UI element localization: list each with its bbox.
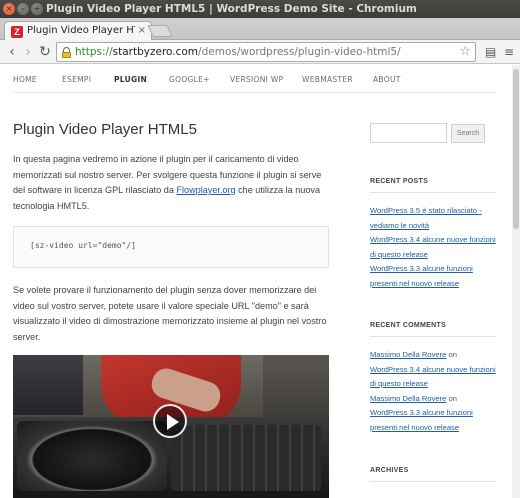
recent-comments-heading: RECENT COMMENTS (370, 322, 447, 329)
archives-heading: ARCHIVES (370, 467, 409, 474)
window-title: Plugin Video Player HTML5 | WordPress De… (46, 3, 417, 15)
maximize-icon: + (33, 4, 41, 13)
window-titlebar: × – + Plugin Video Player HTML5 | WordPr… (0, 0, 520, 18)
page-action-icon[interactable]: ▤ (485, 44, 496, 60)
search-button[interactable]: Search (451, 124, 485, 143)
window-maximize-button[interactable]: + (31, 3, 43, 15)
url-path: /demos/wordpress/plugin-video-html5/ (198, 46, 401, 58)
nav-item-esempi[interactable]: ESEMPI (62, 75, 91, 84)
url-text[interactable]: https://startbyzero.com/demos/wordpress/… (75, 46, 401, 58)
list-item: WordPress 3.3 alcune funzioni presenti n… (370, 262, 496, 291)
recent-posts-list: WordPress 3.5 è stato rilasciato - vedia… (370, 204, 496, 291)
new-tab-button[interactable] (147, 25, 173, 37)
browser-toolbar: ‹ › ↻ https://startbyzero.com/demos/word… (0, 40, 520, 64)
widget-divider (370, 192, 496, 193)
window-close-button[interactable]: × (3, 3, 15, 15)
list-item: WordPress 3.5 è stato rilasciato - vedia… (370, 204, 496, 233)
list-item: Massimo Della Rovere on WordPress 3.4 al… (370, 348, 496, 392)
tab-title: Plugin Video Player HTML5 (27, 25, 135, 36)
post-title: Plugin Video Player HTML5 (13, 121, 197, 138)
recent-posts-heading: RECENT POSTS (370, 178, 429, 185)
comment-on-text: on (446, 393, 457, 403)
recent-post-link[interactable]: WordPress 3.5 è stato rilasciato - vedia… (370, 206, 482, 230)
comment-author-link[interactable]: Massimo Della Rovere (370, 394, 446, 403)
video-frame-person-right (263, 355, 329, 425)
list-item: WordPress 3.4 alcune nuove funzioni di q… (370, 233, 496, 262)
flowplayer-link[interactable]: Flowplayer.org (176, 185, 235, 195)
scrollbar-thumb[interactable] (513, 69, 519, 229)
nav-item-home[interactable]: HOME (13, 75, 37, 84)
nav-item-plugin[interactable]: PLUGIN (114, 75, 147, 84)
shortcode-block: [sz-video url="demo"/] (13, 226, 329, 268)
back-button[interactable]: ‹ (4, 43, 20, 61)
list-item: Massimo Della Rovere on WordPress 3.3 al… (370, 392, 496, 436)
close-icon: × (5, 4, 13, 13)
web-page: HOME ESEMPI PLUGIN GOOGLE+ VERSIONI WP W… (0, 65, 520, 498)
recent-comments-list: Massimo Della Rovere on WordPress 3.4 al… (370, 348, 496, 435)
widget-divider (370, 481, 496, 482)
comment-post-link[interactable]: WordPress 3.3 alcune funzioni presenti n… (370, 408, 473, 432)
search-input[interactable] (370, 123, 447, 143)
browser-tab[interactable]: Z Plugin Video Player HTML5 × (4, 21, 152, 41)
page-scrollbar[interactable] (512, 65, 520, 498)
site-navigation: HOME ESEMPI PLUGIN GOOGLE+ VERSIONI WP W… (13, 65, 496, 93)
comment-author-link[interactable]: Massimo Della Rovere (370, 350, 446, 359)
post-demo-paragraph: Se volete provare il funzionamento del p… (13, 285, 327, 342)
nav-item-googleplus[interactable]: GOOGLE+ (169, 75, 210, 84)
post-intro-paragraph: In questa pagina vedremo in azione il pl… (13, 152, 329, 214)
window-minimize-button[interactable]: – (17, 3, 29, 15)
widget-divider (370, 336, 496, 337)
nav-item-about[interactable]: ABOUT (373, 75, 401, 84)
bookmark-star-icon[interactable]: ☆ (459, 44, 471, 59)
url-host: startbyzero.com (112, 46, 199, 58)
site-favicon-icon: Z (11, 26, 23, 38)
video-frame-turntable (17, 421, 167, 491)
shortcode-text: [sz-video url="demo"/] (30, 241, 136, 250)
video-frame-mixer (171, 425, 321, 491)
url-scheme: https:// (75, 46, 113, 58)
tab-close-icon[interactable]: × (138, 25, 146, 36)
nav-item-webmaster[interactable]: WEBMASTER (302, 75, 353, 84)
nav-item-versioni-wp[interactable]: VERSIONI WP (230, 75, 283, 84)
play-icon[interactable] (153, 404, 187, 438)
tab-strip: Z Plugin Video Player HTML5 × (0, 18, 520, 41)
address-bar[interactable]: https://startbyzero.com/demos/wordpress/… (56, 42, 476, 62)
comment-post-link[interactable]: WordPress 3.4 alcune nuove funzioni di q… (370, 365, 496, 389)
comment-on-text: on (446, 350, 457, 359)
video-frame-person-left (13, 355, 83, 415)
video-player[interactable] (13, 355, 329, 498)
chrome-menu-icon[interactable]: ≡ (504, 44, 514, 60)
lock-icon (62, 47, 71, 58)
recent-post-link[interactable]: WordPress 3.4 alcune nuove funzioni di q… (370, 235, 496, 259)
forward-button[interactable]: › (20, 43, 36, 61)
minimize-icon: – (21, 4, 25, 13)
recent-post-link[interactable]: WordPress 3.3 alcune funzioni presenti n… (370, 264, 473, 288)
reload-button[interactable]: ↻ (37, 43, 53, 61)
